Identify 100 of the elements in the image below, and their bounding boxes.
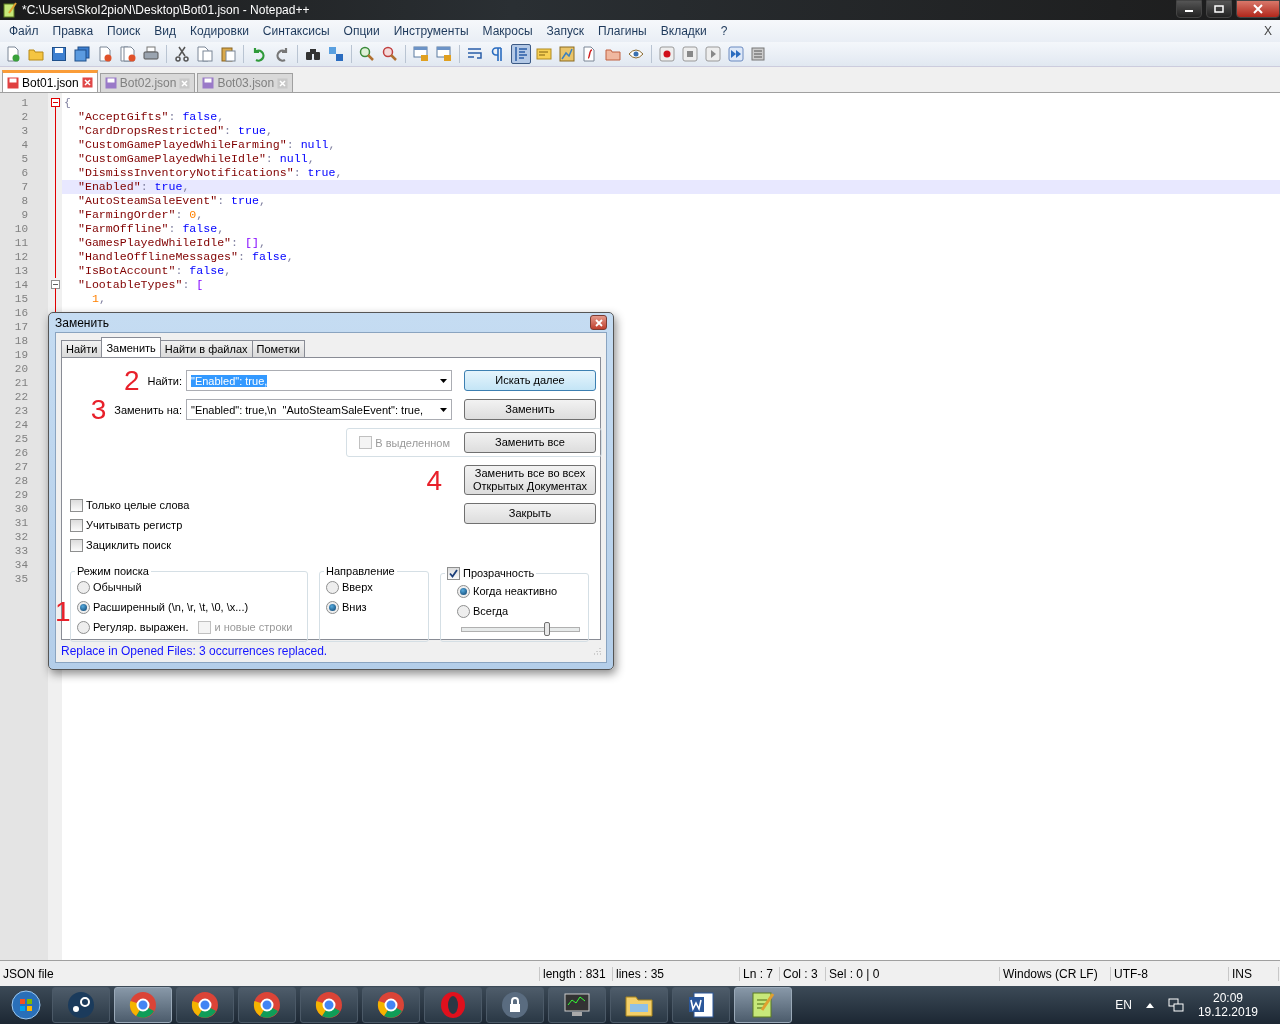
field-label: Заменить на: [114, 403, 182, 416]
toolbar-button[interactable] [172, 44, 192, 64]
start-orb-icon [11, 990, 41, 1020]
minimize-button[interactable] [1176, 0, 1202, 18]
dialog-tab[interactable]: Заменить [101, 337, 161, 357]
floppy-disks-icon [74, 46, 90, 62]
dialog-button[interactable]: Заменить все во всех Открытых Документах [464, 465, 596, 495]
status-text: Ln : 7 [740, 966, 780, 981]
redo-icon [274, 46, 290, 62]
taskbar-button[interactable] [362, 987, 420, 1023]
line-number: 26 [13, 446, 29, 460]
line-number: 33 [13, 544, 29, 558]
radio-button[interactable] [326, 580, 339, 594]
close-button[interactable] [590, 315, 607, 330]
code-line: "IsBotAccount": false, [77, 264, 233, 278]
menu-item[interactable]: Синтаксисы [255, 24, 337, 38]
record-icon [659, 46, 675, 62]
maximize-button[interactable] [1206, 0, 1232, 18]
taskbar-button[interactable] [486, 987, 544, 1023]
checkbox-label: и новые строки [214, 621, 293, 633]
line-number: 24 [13, 418, 29, 432]
checkbox[interactable] [447, 566, 460, 580]
radio-button[interactable] [326, 600, 339, 614]
checkbox[interactable] [70, 518, 83, 532]
eye-icon [628, 46, 644, 62]
close-document-button[interactable]: X [1264, 24, 1280, 38]
checkbox[interactable] [70, 538, 83, 552]
toolbar-button[interactable] [49, 44, 69, 64]
line-number: 1 [20, 96, 29, 110]
line-number: 10 [13, 222, 29, 236]
menu-item[interactable]: Поиск [100, 24, 148, 38]
dialog-tab[interactable]: Найти [61, 340, 103, 357]
status-text: Windows (CR LF) [1000, 966, 1111, 981]
line-number: 7 [20, 180, 29, 194]
window-lock-icon [436, 46, 452, 62]
radio-label: Всегда [473, 605, 508, 617]
taskbar-button[interactable] [300, 987, 358, 1023]
taskbar-button[interactable] [548, 987, 606, 1023]
fold-minus-icon[interactable] [50, 278, 60, 292]
dialog-button[interactable]: Заменить [464, 399, 596, 420]
function-list-icon [582, 46, 598, 62]
menu-item[interactable]: Инструменты [386, 24, 476, 38]
dialog-tab[interactable]: Найти в файлах [159, 340, 253, 357]
dialog-button[interactable]: Заменить все [464, 432, 596, 453]
close-button[interactable] [1236, 0, 1280, 18]
menu-item[interactable]: Опции [336, 24, 387, 38]
radio-button[interactable] [77, 580, 90, 594]
menu-item[interactable]: Правка [45, 24, 101, 38]
taskbar-button[interactable] [114, 987, 172, 1023]
taskbar-button[interactable] [734, 987, 792, 1023]
radio-button[interactable] [77, 620, 90, 634]
file-tab[interactable]: Bot01.json [2, 70, 98, 92]
menu-item[interactable]: Кодировки [183, 24, 256, 38]
toolbar-button[interactable] [72, 44, 92, 64]
radio-button[interactable] [457, 604, 470, 618]
up-arrow-icon[interactable] [1145, 1002, 1154, 1008]
window-title: *C:\Users\SkoI2pioN\Desktop\Bot01.json - Notepad++ [22, 3, 311, 17]
taskbar-button[interactable] [610, 987, 668, 1023]
menu-item[interactable]: Плагины [591, 24, 654, 38]
line-number: 20 [13, 362, 29, 376]
fold-minus-icon[interactable] [50, 96, 60, 110]
menu-item[interactable]: Файл [2, 24, 46, 38]
dialog-button[interactable]: Искать далее [464, 370, 596, 391]
radio-label: Когда неактивно [473, 585, 558, 597]
code-line: "CustomGamePlayedWhileIdle": null, [77, 152, 316, 166]
line-number: 3 [20, 124, 29, 138]
replace-field[interactable]: "Enabled": true,\n "AutoSteamSaleEvent": true, [186, 399, 452, 420]
taskbar-button[interactable] [238, 987, 296, 1023]
binoculars-icon [305, 46, 321, 62]
slider-thumb[interactable] [544, 622, 551, 636]
taskbar-button[interactable] [52, 987, 110, 1023]
fast-forward-icon [728, 46, 744, 62]
menu-item[interactable]: Запуск [539, 24, 592, 38]
menu-item[interactable]: Макросы [475, 24, 540, 38]
dropdown-arrow-icon [440, 378, 447, 383]
language-indicator[interactable]: EN [1115, 998, 1132, 1012]
menu-item[interactable]: Вид [147, 24, 184, 38]
toolbar-button[interactable] [657, 44, 677, 64]
menu-item[interactable]: Вкладки [653, 24, 714, 38]
taskbar-button[interactable] [176, 987, 234, 1023]
radio-label: Регуляр. выражен. [93, 621, 189, 633]
code-line: "DismissInventoryNotifications": true, [77, 166, 344, 180]
radio-button[interactable] [77, 600, 90, 614]
folder-icon [28, 46, 44, 62]
close-button[interactable]: Закрыть [464, 503, 596, 524]
radio-button[interactable] [457, 584, 470, 598]
browser-icon [314, 990, 344, 1020]
line-number: 34 [13, 558, 29, 572]
close-icon [594, 318, 603, 327]
close-icon[interactable] [81, 77, 93, 88]
line-number: 11 [13, 236, 29, 250]
printer-icon [143, 46, 159, 62]
line-number: 35 [13, 572, 29, 586]
annotation-number: 4 [426, 469, 442, 491]
dialog-tab[interactable]: Пометки [251, 340, 305, 357]
menu-item[interactable]: ? [713, 24, 735, 38]
network-icon[interactable] [1167, 998, 1184, 1012]
line-number: 21 [13, 376, 29, 390]
checkbox[interactable] [70, 498, 83, 512]
taskbar-button[interactable] [672, 987, 730, 1023]
